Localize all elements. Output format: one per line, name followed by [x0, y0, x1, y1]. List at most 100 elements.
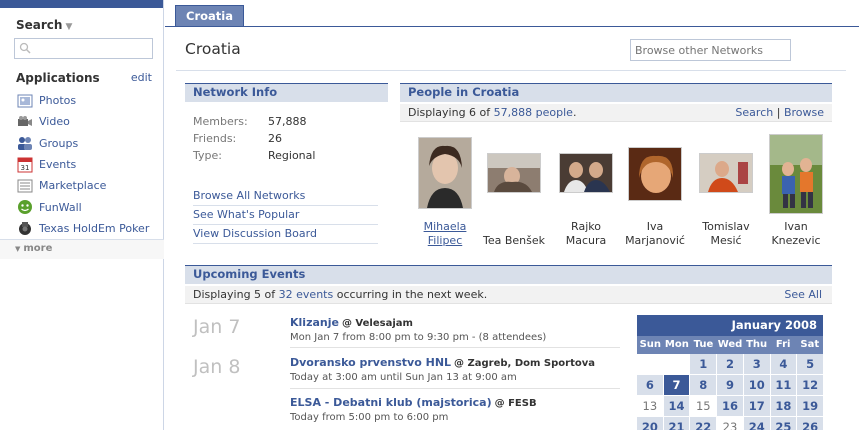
person-card[interactable]: Rajko Macura [551, 137, 621, 247]
calendar-day[interactable]: 4 [770, 354, 797, 374]
person-name[interactable]: Tea Benšek [473, 234, 555, 248]
sidebar-item-events[interactable]: 31 Events [17, 154, 162, 175]
weekday-label: Tue [693, 339, 714, 350]
profile-photo[interactable] [559, 153, 613, 193]
weekday-label: Sun [639, 339, 662, 350]
calendar-day[interactable]: 10 [743, 375, 770, 395]
calendar-day[interactable]: 17 [743, 396, 770, 416]
people-count-suffix: . [572, 106, 577, 119]
person-card[interactable]: Tea Benšek [479, 137, 549, 247]
calendar-empty-cell [663, 354, 690, 374]
sidebar-item-label: FunWall [39, 200, 82, 214]
event-location: @ Zagreb, Dom Sportova [454, 358, 595, 369]
sidebar-item-groups[interactable]: Groups [17, 133, 162, 154]
calendar-day[interactable]: 8 [690, 375, 717, 395]
edit-applications-link[interactable]: edit [131, 71, 152, 84]
events-subbar: Displaying 5 of 32 events occurring in t… [185, 286, 832, 304]
sidebar-top-bar [0, 0, 163, 8]
type-value: Regional [268, 149, 316, 162]
calendar-day[interactable]: 14 [663, 396, 690, 416]
sidebar-item-funwall[interactable]: FunWall [17, 196, 162, 217]
event-divider [290, 388, 620, 389]
calendar-day[interactable]: 9 [717, 375, 743, 395]
calendar-day[interactable]: 26 [797, 417, 823, 430]
separator: | [776, 106, 781, 119]
events-count-link[interactable]: 32 events [279, 288, 334, 301]
calendar-empty-cell [637, 354, 663, 374]
people-search-link[interactable]: Search [735, 106, 773, 119]
calendar-day[interactable]: 11 [770, 375, 797, 395]
person-card[interactable]: Iva Marjanović [620, 137, 690, 247]
sidebar-item-photos[interactable]: Photos [17, 90, 162, 111]
event-item: ELSA - Debatni klub (majstorica) @ FESB T… [290, 396, 620, 423]
calendar-day[interactable]: 20 [637, 417, 663, 430]
see-whats-popular-link[interactable]: See What's Popular [193, 206, 378, 225]
profile-photo[interactable] [418, 137, 472, 209]
calendar-day[interactable]: 15 [690, 396, 717, 416]
calendar-day[interactable]: 6 [637, 375, 663, 395]
people-browse-link[interactable]: Browse [784, 106, 824, 119]
calendar-day[interactable]: 22 [690, 417, 717, 430]
event-details: Today at 3:00 am until Sun Jan 13 at 9:0… [290, 372, 517, 383]
events-count-prefix: Displaying 5 of [193, 288, 279, 301]
person-name[interactable]: Ivan Knezevic [755, 220, 837, 248]
person-card[interactable]: Ivan Knezevic [761, 134, 831, 247]
sidebar-item-texas-holdem-poker[interactable]: Texas HoldEm Poker [17, 218, 162, 239]
browse-all-networks-link[interactable]: Browse All Networks [193, 187, 378, 206]
sidebar-more-link[interactable]: ▼ more [0, 239, 164, 259]
event-title-link[interactable]: ELSA - Debatni klub (majstorica) [290, 396, 492, 409]
calendar-day[interactable]: 7 [663, 375, 690, 395]
mini-calendar: January 2008 Sun Mon Tue Wed Thu Fri Sat… [637, 315, 823, 430]
calendar-day[interactable]: 19 [797, 396, 823, 416]
search-heading[interactable]: Search ▼ [16, 18, 72, 32]
sidebar-item-marketplace[interactable]: Marketplace [17, 175, 162, 196]
calendar-day[interactable]: 23 [717, 417, 743, 430]
see-all-events-link[interactable]: See All [784, 286, 822, 303]
network-info-heading: Network Info [185, 83, 388, 102]
event-date-heading: Jan 8 [193, 356, 241, 378]
profile-photo[interactable] [628, 147, 682, 201]
calendar-day[interactable]: 12 [797, 375, 823, 395]
more-label: more [23, 243, 53, 254]
sidebar-item-label: Groups [39, 136, 79, 150]
sidebar-item-video[interactable]: Video [17, 111, 162, 132]
browse-networks-input[interactable] [630, 39, 791, 61]
calendar-day[interactable]: 24 [743, 417, 770, 430]
sidebar-item-label: Events [39, 158, 77, 172]
calendar-day[interactable]: 21 [663, 417, 690, 430]
tab-underline [165, 26, 859, 27]
calendar-grid: 1 2 3 4 5 6 7 8 9 10 11 12 13 14 15 16 17 18 19 20 21 22 23 24 2… [637, 354, 823, 430]
calendar-day[interactable]: 13 [637, 396, 663, 416]
weekday-label: Mon [664, 339, 689, 350]
event-title-link[interactable]: Dvoransko prvenstvo HNL [290, 356, 451, 369]
calendar-day[interactable]: 2 [717, 354, 743, 374]
photos-icon [17, 93, 33, 109]
event-title-link[interactable]: Klizanje [290, 316, 339, 329]
sidebar-item-label: Photos [39, 94, 77, 108]
person-name[interactable]: Iva Marjanović [614, 220, 696, 248]
calendar-day[interactable]: 1 [690, 354, 717, 374]
calendar-day[interactable]: 16 [717, 396, 743, 416]
events-count-suffix: occurring in the next week. [333, 288, 488, 301]
profile-photo[interactable] [699, 153, 753, 193]
calendar-day[interactable]: 18 [770, 396, 797, 416]
tab-croatia[interactable]: Croatia [175, 5, 244, 26]
view-discussion-board-link[interactable]: View Discussion Board [193, 225, 378, 244]
search-input[interactable] [15, 39, 152, 58]
calendar-day[interactable]: 25 [770, 417, 797, 430]
friends-label: Friends: [193, 132, 237, 145]
chevron-down-icon[interactable]: ▼ [65, 22, 72, 32]
event-item: Klizanje @ Velesajam Mon Jan 7 from 8:00 … [290, 316, 620, 343]
members-label: Members: [193, 115, 248, 128]
applications-label: Applications [16, 71, 100, 85]
groups-icon [17, 135, 33, 151]
calendar-day[interactable]: 3 [743, 354, 770, 374]
sidebar-item-label: Video [39, 115, 70, 129]
sidebar-search-box[interactable] [14, 38, 153, 59]
profile-photo[interactable] [769, 134, 823, 214]
person-card[interactable]: Mihaela Filipec [410, 137, 480, 247]
people-count-link[interactable]: 57,888 people [494, 106, 573, 119]
person-card[interactable]: Tomislav Mesić [691, 137, 761, 247]
profile-photo[interactable] [487, 153, 541, 193]
calendar-day[interactable]: 5 [797, 354, 823, 374]
